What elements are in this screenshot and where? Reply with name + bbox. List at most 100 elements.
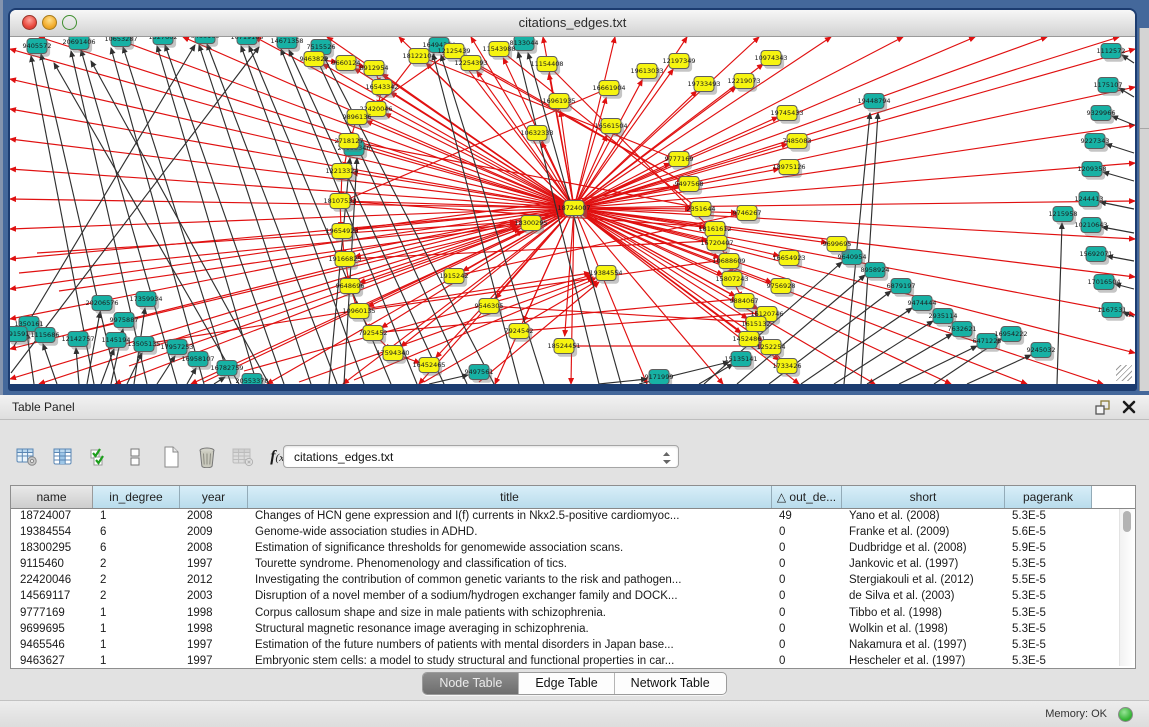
column-header-name[interactable]: name xyxy=(11,486,93,508)
network-node-label: 18724007 xyxy=(557,204,590,212)
table-cell: de Silva et al. (2003) xyxy=(842,588,1005,604)
network-node-label: 9746267 xyxy=(733,209,762,217)
table-cell: 2003 xyxy=(180,588,248,604)
network-node-label: 18161612 xyxy=(698,225,731,233)
network-node-label: 10632333 xyxy=(520,129,553,137)
table-cell: 1 xyxy=(93,508,180,524)
network-node-label: 1733426 xyxy=(773,362,802,370)
table-cell: Tourette syndrome. Phenomenology and cla… xyxy=(248,556,772,572)
import-table-icon xyxy=(230,444,256,470)
network-node-label: 9497568 xyxy=(675,180,704,188)
table-cell: 1997 xyxy=(180,653,248,668)
network-node-label: 17594340 xyxy=(376,349,409,357)
table-cell: 5.3E-5 xyxy=(1005,605,1092,621)
network-node-label: 17957253 xyxy=(160,343,193,351)
table-cell: 2009 xyxy=(180,524,248,540)
table-cell: Genome-wide association studies in ADHD. xyxy=(248,524,772,540)
network-node-label: 1112572 xyxy=(1097,47,1126,55)
network-node-label: 1167531 xyxy=(1098,306,1127,314)
table-cell: 0 xyxy=(772,605,842,621)
table-cell: 14569117 xyxy=(11,588,93,604)
float-panel-icon[interactable] xyxy=(1094,399,1111,416)
table-cell: Investigating the contribution of common… xyxy=(248,572,772,588)
table-cell: 0 xyxy=(772,540,842,556)
network-node-label: 9896136 xyxy=(343,113,372,121)
table-cell: Hescheler et al. (1997) xyxy=(842,653,1005,668)
table-row[interactable]: 1830029562008Estimation of significance … xyxy=(11,540,1135,556)
column-header-in_degree[interactable]: in_degree xyxy=(93,486,180,508)
network-node-label: 18975126 xyxy=(772,163,805,171)
column-header-out_de[interactable]: △ out_de... xyxy=(772,486,842,508)
table-cell: Changes of HCN gene expression and I(f) … xyxy=(248,508,772,524)
select-columns-icon[interactable] xyxy=(86,444,112,470)
memory-status-indicator[interactable] xyxy=(1118,707,1133,722)
table-selector-dropdown[interactable]: citations_edges.txt xyxy=(283,445,679,468)
network-node-label: 7925452 xyxy=(359,329,388,337)
network-node-label: 16452465 xyxy=(412,361,445,369)
table-mode-icon[interactable] xyxy=(14,444,40,470)
table-row[interactable]: 1938455462009Genome-wide association stu… xyxy=(11,524,1135,540)
table-cell: 1 xyxy=(93,637,180,653)
network-window-titlebar[interactable]: citations_edges.txt xyxy=(10,10,1135,37)
close-panel-icon[interactable] xyxy=(1121,399,1137,415)
network-node-label: 9405572 xyxy=(23,42,52,50)
network-node-label: 9777169 xyxy=(665,155,694,163)
table-row[interactable]: 1456911722003Disruption of a novel membe… xyxy=(11,588,1135,604)
table-tabs: Node TableEdge TableNetwork Table xyxy=(422,672,726,695)
network-node-label: 9884067 xyxy=(730,297,759,305)
dropdown-arrows-icon xyxy=(662,450,671,473)
table-vertical-scrollbar[interactable] xyxy=(1119,509,1134,666)
tab-network-table[interactable]: Network Table xyxy=(615,673,726,694)
table-cell: 0 xyxy=(772,524,842,540)
network-node-label: 20691406 xyxy=(62,38,95,46)
network-node-label: 16961935 xyxy=(542,97,575,105)
show-columns-icon[interactable] xyxy=(50,444,76,470)
table-cell: 49 xyxy=(772,508,842,524)
network-node-label: 19384554 xyxy=(589,269,622,277)
table-cell: 5.3E-5 xyxy=(1005,637,1092,653)
network-node-label: 1209358 xyxy=(1078,165,1107,173)
network-node-label: 12219073 xyxy=(727,77,760,85)
table-row[interactable]: 911546021997Tourette syndrome. Phenomeno… xyxy=(11,556,1135,572)
network-node-label: 2718127 xyxy=(335,137,364,145)
column-header-short[interactable]: short xyxy=(842,486,1005,508)
table-cell: 2 xyxy=(93,588,180,604)
scrollbar-thumb[interactable] xyxy=(1123,511,1131,532)
window-resize-grip[interactable] xyxy=(1116,365,1132,381)
table-cell: 5.3E-5 xyxy=(1005,621,1092,637)
network-node-label: 7485083 xyxy=(783,137,812,145)
column-header-year[interactable]: year xyxy=(180,486,248,508)
tab-edge-table[interactable]: Edge Table xyxy=(519,673,614,694)
tab-node-table[interactable]: Node Table xyxy=(423,673,519,694)
network-node-label: 10210643 xyxy=(1074,221,1107,229)
table-cell: Structural magnetic resonance image aver… xyxy=(248,621,772,637)
memory-status-label: Memory: OK xyxy=(1045,701,1107,727)
table-row[interactable]: 946362711997Embryonic stem cells: a mode… xyxy=(11,653,1135,668)
table-panel-titlebar: Table Panel xyxy=(0,395,1149,420)
column-header-title[interactable]: title xyxy=(248,486,772,508)
row-layout-icon[interactable] xyxy=(122,444,148,470)
table-cell: Corpus callosum shape and size in male p… xyxy=(248,605,772,621)
network-node-label: 6471225 xyxy=(973,337,1002,345)
network-node-label: 9756928 xyxy=(767,282,796,290)
network-node-label: 8912954 xyxy=(360,64,389,72)
network-window: citations_edges.txt 94055722069140610653… xyxy=(8,8,1137,391)
delete-columns-icon[interactable] xyxy=(194,444,220,470)
table-cell: 2008 xyxy=(180,508,248,524)
column-header-pagerank[interactable]: pagerank xyxy=(1005,486,1092,508)
table-row[interactable]: 2242004622012Investigating the contribut… xyxy=(11,572,1135,588)
desktop-left-edge xyxy=(0,0,3,395)
table-row[interactable]: 969969511998Structural magnetic resonanc… xyxy=(11,621,1135,637)
network-node-label: 11543988 xyxy=(482,45,515,53)
network-canvas[interactable]: 9405572206914061065328715276026466160107… xyxy=(10,37,1135,384)
table-cell: Estimation of significance thresholds fo… xyxy=(248,540,772,556)
table-row[interactable]: 946554611997Estimation of the future num… xyxy=(11,637,1135,653)
table-cell: 19384554 xyxy=(11,524,93,540)
table-row[interactable]: 1872400712008Changes of HCN gene express… xyxy=(11,508,1135,524)
network-node-label: 7515526 xyxy=(307,43,336,51)
table-row[interactable]: 977716911998Corpus callosum shape and si… xyxy=(11,605,1135,621)
table-cell: Jankovic et al. (1997) xyxy=(842,556,1005,572)
network-node-label: 16561504 xyxy=(594,122,627,130)
create-column-icon[interactable] xyxy=(158,444,184,470)
node-table: namein_degreeyeartitle△ out_de...shortpa… xyxy=(10,485,1136,669)
